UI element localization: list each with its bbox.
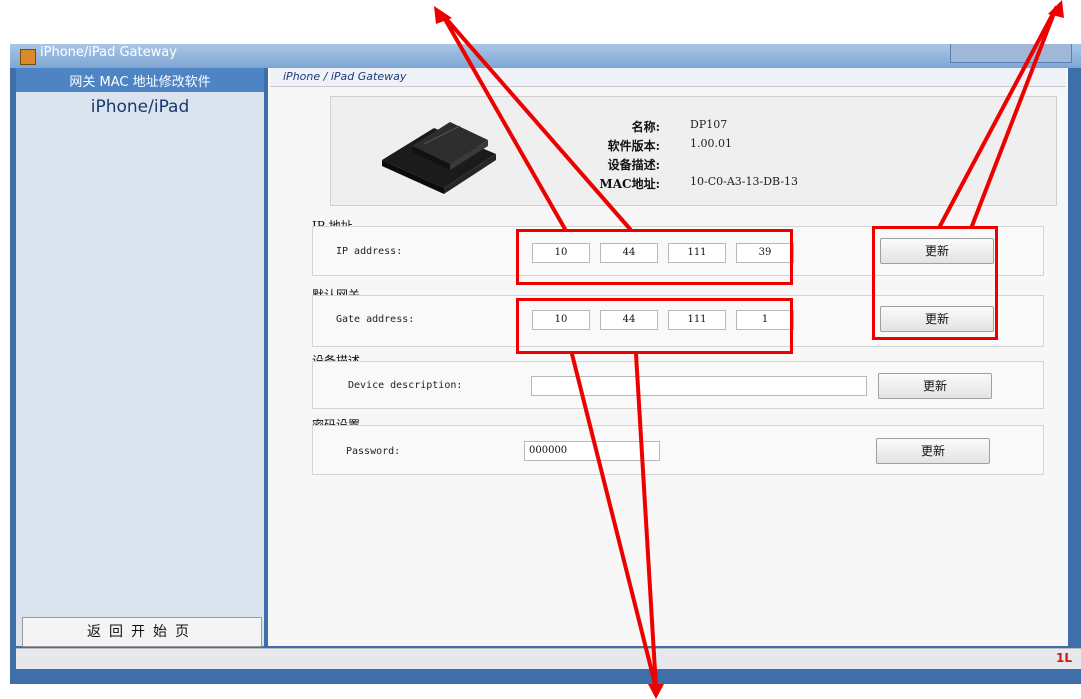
arrow-buttons-left [938,6,1058,228]
arrow-buttons-right [970,6,1058,228]
arrow-gateway-left [570,352,658,690]
arrow-ip-right [440,12,632,231]
arrow-ip-left [440,12,567,231]
arrow-gateway-right [634,352,658,690]
annotation-arrows [434,0,1064,699]
